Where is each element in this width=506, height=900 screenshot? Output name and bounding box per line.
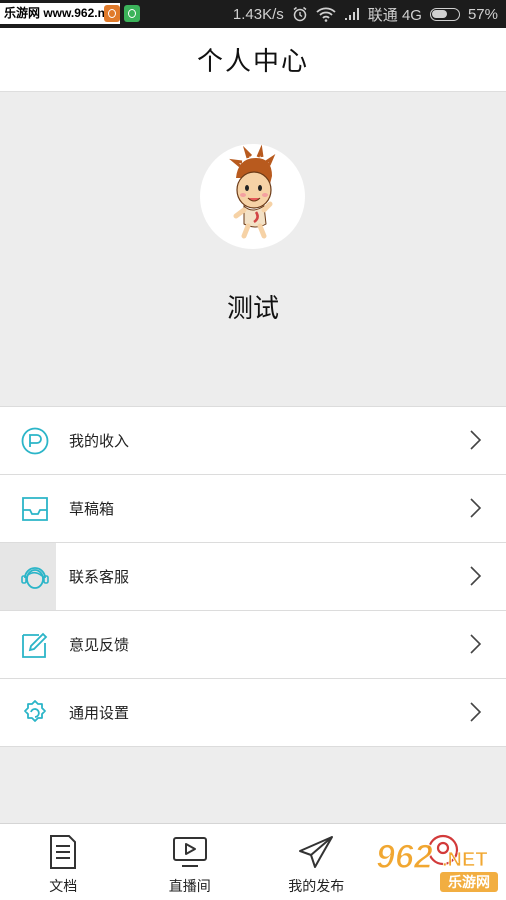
- tab-label: 直播间: [168, 878, 211, 894]
- chevron-right-icon: [470, 566, 482, 586]
- chevron-right-icon: [470, 430, 482, 450]
- chevron-right-icon: [470, 634, 482, 654]
- status-bar: 乐游网 www.962.net 1.43K/s 联通 4G 57%: [0, 0, 506, 28]
- menu-item-customer-service[interactable]: 联系客服: [0, 543, 506, 611]
- username: 测试: [226, 293, 279, 323]
- document-icon: [50, 835, 77, 869]
- paper-plane-icon: [299, 836, 334, 868]
- menu-item-label: 草稿箱: [69, 501, 115, 518]
- site-watermark-logo: 962 .NET 乐游网: [375, 837, 498, 892]
- tab-label: 文档: [49, 878, 78, 894]
- signal-icon: [344, 8, 359, 20]
- menu-item-label: 意见反馈: [69, 637, 130, 654]
- tab-documents[interactable]: 文档: [0, 824, 127, 900]
- alarm-icon: [293, 6, 307, 22]
- watermark-text: 乐游网 www.962.net: [0, 3, 120, 24]
- wifi-icon: [316, 7, 336, 22]
- watermark-site-name: 乐游网: [448, 874, 490, 891]
- live-tv-icon: [172, 837, 207, 867]
- menu-item-label: 我的收入: [69, 433, 130, 450]
- tab-label: 我的发布: [288, 878, 345, 894]
- settings-gear-icon: [24, 699, 46, 722]
- avatar[interactable]: [200, 144, 305, 249]
- menu-item-income[interactable]: 我的收入: [0, 407, 506, 475]
- tab-live-room[interactable]: 直播间: [127, 824, 254, 900]
- page-title: 个人中心: [196, 46, 309, 76]
- bottom-navigation: 文档 直播间 我的发布 962 .NET 乐游网: [0, 823, 506, 900]
- network-speed: 1.43K/s: [232, 5, 284, 23]
- tab-my-posts[interactable]: 我的发布: [253, 824, 380, 900]
- menu-item-feedback[interactable]: 意见反馈: [0, 611, 506, 679]
- profile-section: 测试: [0, 92, 506, 406]
- carrier-label: 联通 4G: [367, 6, 422, 24]
- cartoon-avatar-image: [229, 144, 276, 239]
- menu-item-drafts[interactable]: 草稿箱: [0, 475, 506, 543]
- menu-item-label: 通用设置: [69, 705, 130, 722]
- watermark-962: 962: [376, 838, 433, 876]
- menu-list: 我的收入 草稿箱 联系客服 意见反馈 通用设置: [0, 406, 506, 747]
- chevron-right-icon: [470, 702, 482, 722]
- drafts-inbox-icon: [22, 496, 48, 521]
- battery-percent: 57%: [467, 5, 498, 23]
- notification-app-icon: [124, 5, 140, 22]
- notification-app-icon: [104, 5, 120, 22]
- income-icon: [21, 427, 49, 454]
- menu-item-settings[interactable]: 通用设置: [0, 679, 506, 747]
- watermark-net: .NET: [442, 849, 488, 871]
- battery-icon: [429, 7, 460, 21]
- customer-service-icon: [21, 566, 49, 589]
- feedback-edit-icon: [22, 632, 48, 658]
- chevron-right-icon: [470, 498, 482, 518]
- title-bar: 个人中心: [0, 28, 506, 92]
- menu-item-label: 联系客服: [69, 569, 130, 586]
